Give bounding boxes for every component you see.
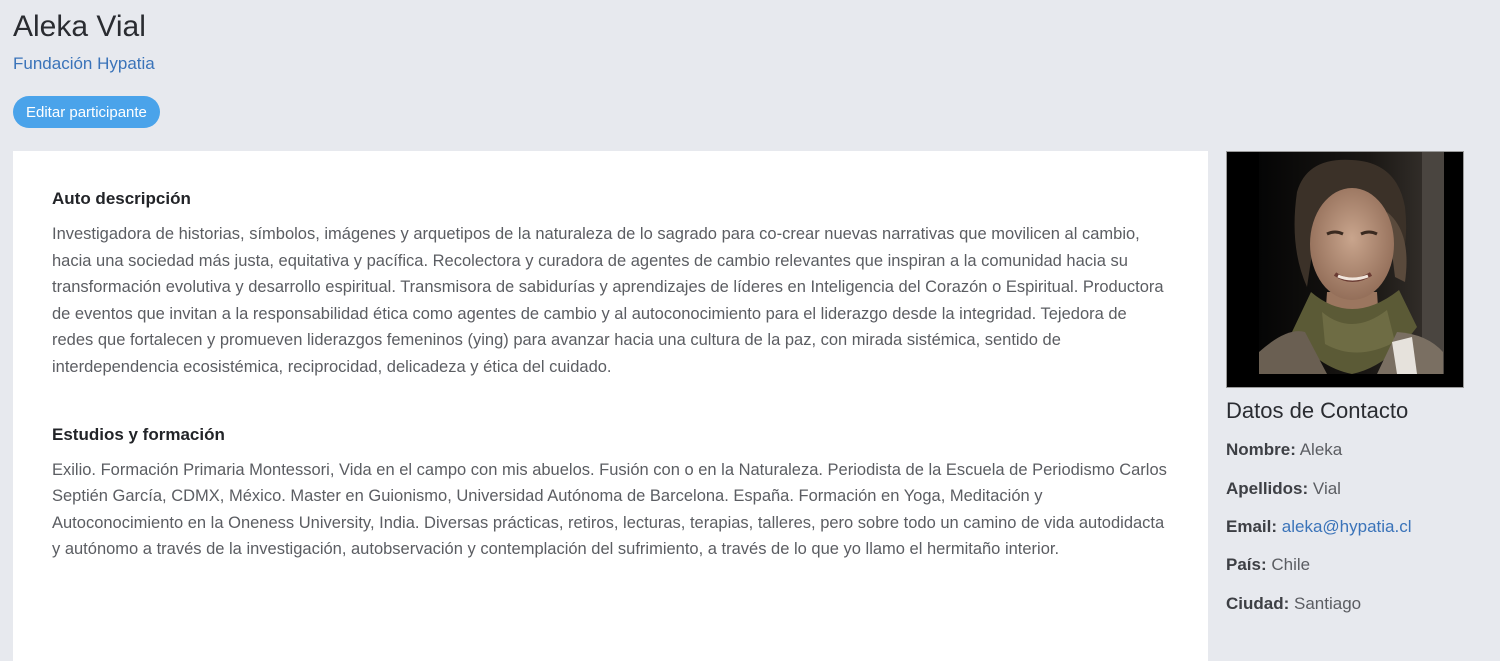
self-description-section: Auto descripción Investigadora de histor… <box>52 189 1169 381</box>
contact-email: Email: aleka@hypatia.cl <box>1226 517 1411 537</box>
contact-city: Ciudad: Santiago <box>1226 594 1361 614</box>
contact-section-title: Datos de Contacto <box>1226 398 1409 423</box>
email-label: Email: <box>1226 517 1278 536</box>
studies-title: Estudios y formación <box>52 424 225 444</box>
contact-first-name: Nombre: Aleka <box>1226 440 1342 460</box>
edit-participant-button[interactable]: Editar participante <box>13 96 160 128</box>
last-name-label: Apellidos: <box>1226 479 1309 498</box>
self-description-text: Investigadora de historias, símbolos, im… <box>52 225 1164 376</box>
email-link[interactable]: aleka@hypatia.cl <box>1282 517 1412 536</box>
organization-link[interactable]: Fundación Hypatia <box>13 54 155 74</box>
country-value: Chile <box>1271 555 1311 574</box>
self-description-title: Auto descripción <box>52 189 191 208</box>
city-value: Santiago <box>1294 594 1362 613</box>
profile-photo <box>1226 151 1464 388</box>
country-label: País: <box>1226 555 1267 574</box>
contact-last-name: Apellidos: Vial <box>1226 479 1341 499</box>
studies-text: Exilio. Formación Primaria Montessori, V… <box>52 460 1167 559</box>
studies-section: Estudios y formación Exilio. Formación P… <box>52 425 1169 563</box>
first-name-label: Nombre: <box>1226 440 1296 459</box>
contact-country: País: Chile <box>1226 555 1310 575</box>
last-name-value: Vial <box>1312 479 1341 498</box>
participant-name: Aleka Vial <box>13 10 146 43</box>
first-name-value: Aleka <box>1299 440 1343 459</box>
profile-photo-illustration <box>1227 152 1463 387</box>
profile-content-card: Auto descripción Investigadora de histor… <box>13 151 1208 661</box>
contact-sidebar: Datos de Contacto Nombre: Aleka Apellido… <box>1226 151 1464 613</box>
city-label: Ciudad: <box>1226 594 1290 613</box>
